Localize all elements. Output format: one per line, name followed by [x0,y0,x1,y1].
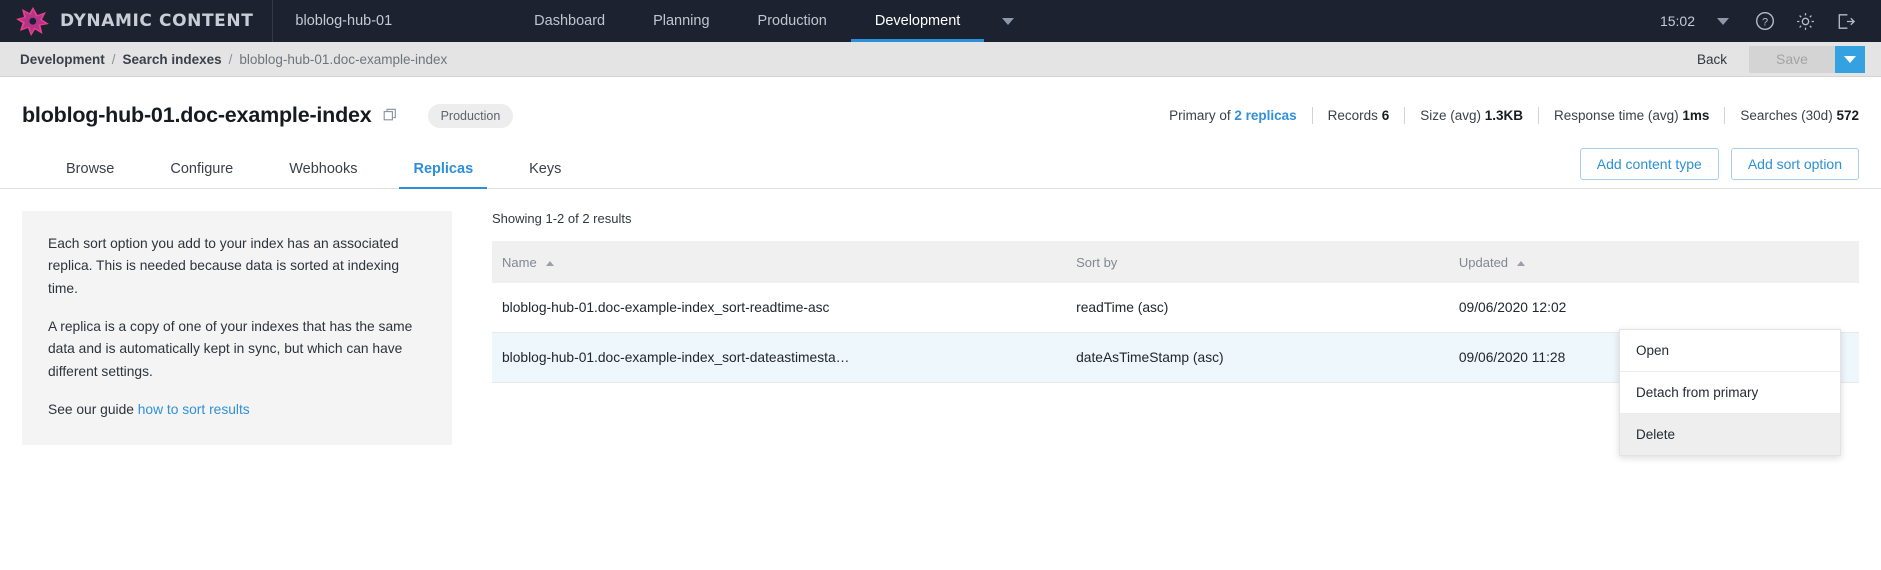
gear-icon[interactable] [1785,0,1825,42]
sort-ascending-icon [545,261,554,267]
add-sort-option-button[interactable]: Add sort option [1730,148,1859,180]
breadcrumb-item-development[interactable]: Development [20,52,105,67]
nav-dropdown-caret[interactable] [984,0,1024,42]
results-count: Showing 1-2 of 2 results [492,211,632,226]
column-label: Updated [1458,255,1509,270]
dynamic-content-logo-icon [16,7,49,36]
svg-text:?: ? [1762,16,1768,28]
replicas-link[interactable]: 2 replicas [1234,108,1296,123]
page-title: bloblog-hub-01.doc-example-index [22,103,372,127]
info-guide-prefix: See our guide [48,402,138,418]
info-paragraph-2: A replica is a copy of one of your index… [48,319,413,379]
add-content-type-button[interactable]: Add content type [1579,148,1719,180]
updated-value: 09/06/2020 11:28 [1458,350,1566,365]
replicas-info-panel: Each sort option you add to your index h… [22,211,452,446]
back-button[interactable]: Back [1697,52,1749,67]
tab-webhooks[interactable]: Webhooks [289,161,357,188]
column-label: Sort by [1076,255,1118,270]
index-stats: Primary of 2 replicas Records 6 Size (av… [1154,107,1859,124]
replicas-table-panel: Showing 1-2 of 2 results Name Sort by Up… [452,211,1859,456]
tab-bar: Browse Configure Webhooks Replicas Keys … [0,148,1881,189]
how-to-sort-results-link[interactable]: how to sort results [138,402,250,417]
breadcrumb-bar: Development / Search indexes / bloblog-h… [0,42,1881,77]
nav-item-dashboard[interactable]: Dashboard [510,0,629,42]
stat-size-avg: Size (avg) 1.3KB [1405,108,1538,123]
stat-value: 1.3KB [1484,108,1524,123]
logout-icon[interactable] [1825,0,1865,42]
breadcrumb-item-current: bloblog-hub-01.doc-example-index [239,51,448,67]
nav-item-production[interactable]: Production [734,0,851,42]
cell-replica-name: bloblog-hub-01.doc-example-index_sort-re… [492,283,1067,333]
column-header-sort-by[interactable]: Sort by [1066,241,1449,283]
user-menu-caret[interactable] [1695,17,1745,25]
row-context-menu: Open Detach from primary Delete [1619,329,1841,456]
save-options-button[interactable] [1835,45,1865,73]
cell-sort-by: dateAsTimeStamp (asc) [1066,332,1449,383]
topbar-right-cluster: 15:02 ? [1660,0,1881,42]
chevron-down-icon [1844,55,1856,63]
context-menu-item-detach-from-primary[interactable]: Detach from primary [1620,372,1840,414]
help-icon[interactable]: ? [1745,0,1785,42]
tab-browse[interactable]: Browse [66,161,114,188]
copy-icon[interactable] [383,108,398,123]
page-body: Each sort option you add to your index h… [0,189,1881,456]
sort-ascending-icon [1517,261,1526,267]
stat-value: 6 [1381,108,1390,123]
info-paragraph-1: Each sort option you add to your index h… [48,236,400,296]
tab-keys[interactable]: Keys [529,161,561,188]
stat-value: 572 [1836,108,1859,123]
stat-label: Size (avg) [1420,108,1481,123]
stat-response-time-avg: Response time (avg) 1ms [1539,108,1724,123]
top-navigation-bar: DYNAMIC CONTENT bloblog-hub-01 Dashboard… [0,0,1881,42]
column-header-name[interactable]: Name [492,241,1066,283]
breadcrumb-separator: / [228,51,233,67]
breadcrumb-actions: Back Save [1697,45,1865,73]
page-header: bloblog-hub-01.doc-example-index Product… [0,77,1881,128]
stat-label: Primary of [1169,108,1231,123]
stat-records: Records 6 [1313,108,1405,123]
cell-updated: 09/06/2020 12:02 [1448,283,1859,333]
stat-searches-30d: Searches (30d) 572 [1725,108,1859,123]
stat-label: Searches (30d) [1740,108,1833,123]
tab-replicas[interactable]: Replicas [399,161,487,189]
breadcrumb-separator: / [111,51,116,67]
hub-selector[interactable]: bloblog-hub-01 [273,13,392,29]
save-button[interactable]: Save [1749,45,1835,73]
main-nav: Dashboard Planning Production Developmen… [510,0,1024,42]
table-row[interactable]: bloblog-hub-01.doc-example-index_sort-re… [492,283,1859,333]
nav-item-development[interactable]: Development [850,0,985,42]
breadcrumb-item-search-indexes[interactable]: Search indexes [123,52,222,67]
clock-label: 15:02 [1659,13,1695,29]
table-header-row: Name Sort by Updated [492,241,1859,283]
cell-sort-by: readTime (asc) [1066,283,1449,333]
chevron-down-icon [1717,17,1729,25]
tab-bar-actions: Add content type Add sort option [1579,148,1859,188]
column-label: Name [502,255,537,270]
tab-configure[interactable]: Configure [170,161,233,188]
stat-label: Response time (avg) [1554,108,1679,123]
brand-name: DYNAMIC CONTENT [60,11,254,31]
brand-logo[interactable]: DYNAMIC CONTENT [0,6,253,36]
nav-item-planning[interactable]: Planning [629,0,733,42]
info-paragraph-3: See our guide how to sort results [48,399,426,421]
cell-replica-name: bloblog-hub-01.doc-example-index_sort-da… [492,332,1067,383]
table-header: Name Sort by Updated [492,241,1859,283]
column-header-updated[interactable]: Updated [1449,241,1859,283]
context-menu-item-open[interactable]: Open [1620,330,1840,372]
environment-badge: Production [427,103,514,128]
stat-label: Records [1327,108,1378,123]
context-menu-item-delete[interactable]: Delete [1620,414,1840,455]
stat-value: 1ms [1682,108,1710,123]
chevron-down-icon [1002,17,1015,25]
stat-primary-of: Primary of 2 replicas [1154,108,1312,123]
